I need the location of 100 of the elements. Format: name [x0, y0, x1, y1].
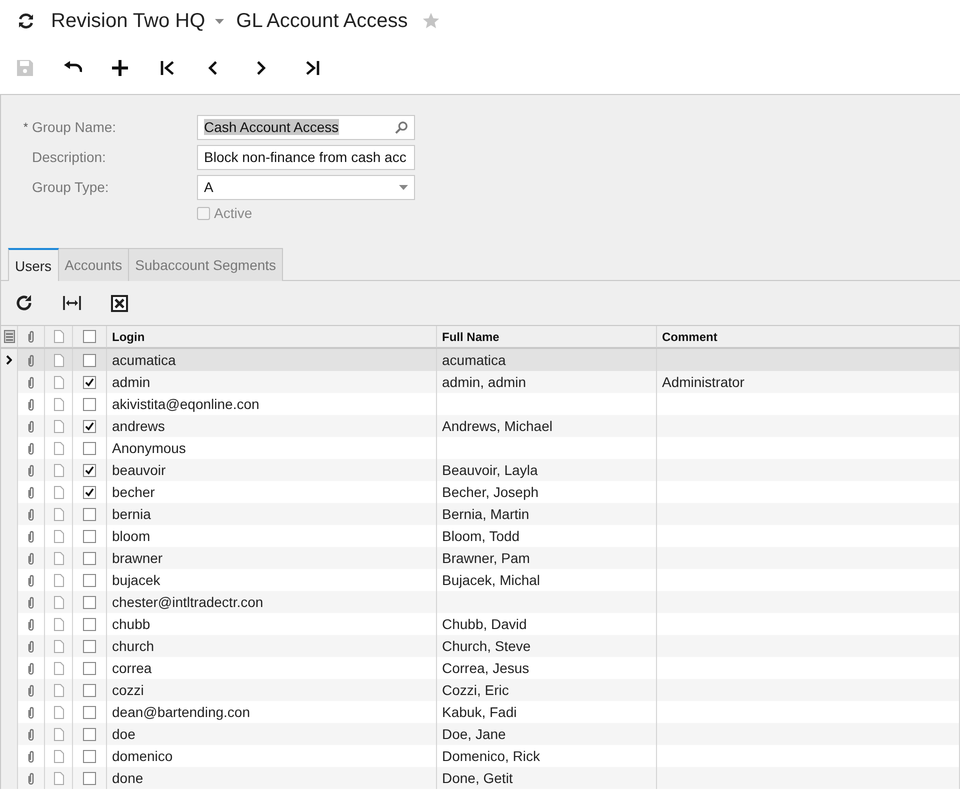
checkbox[interactable]: [83, 662, 96, 674]
paperclip-icon: [27, 398, 35, 410]
check-icon: [85, 422, 94, 430]
note-icon: [54, 330, 64, 343]
checkbox[interactable]: [83, 354, 96, 366]
checkbox[interactable]: [83, 750, 96, 762]
checkbox[interactable]: [83, 574, 96, 586]
checkbox[interactable]: [83, 420, 96, 432]
table-cell: domenico: [112, 748, 173, 764]
table-cell: doe: [112, 726, 136, 742]
column-header[interactable]: Full Name: [442, 330, 500, 344]
caret-icon: [399, 184, 408, 190]
chevron-right-icon: [256, 60, 266, 76]
paperclip-icon: [27, 728, 35, 740]
column-header[interactable]: Login: [112, 330, 145, 344]
paperclip-icon: [27, 354, 35, 366]
table-cell: Brawner, Pam: [442, 550, 530, 566]
table-cell: Becher, Joseph: [442, 484, 539, 500]
checkbox[interactable]: [83, 398, 96, 410]
note-icon: [54, 750, 64, 762]
table-cell: church: [112, 638, 154, 654]
paperclip-icon: [27, 486, 35, 498]
checkbox[interactable]: [83, 508, 96, 520]
check-icon: [85, 466, 94, 474]
note-icon: [54, 684, 64, 696]
table-cell: admin: [112, 374, 150, 390]
paperclip-icon: [27, 464, 35, 476]
first-icon: [160, 60, 176, 76]
save-icon: [16, 59, 34, 77]
table-cell: Beauvoir, Layla: [442, 462, 538, 478]
checkbox[interactable]: [83, 530, 96, 542]
checkbox[interactable]: [83, 640, 96, 652]
check-icon: [85, 378, 94, 386]
table-cell: dean@bartending.con: [112, 704, 250, 720]
note-icon: [54, 772, 64, 784]
note-icon: [54, 530, 64, 542]
paperclip-icon: [27, 772, 35, 784]
company-name[interactable]: Revision Two HQ: [51, 10, 206, 32]
refresh-icon: [15, 294, 33, 312]
caret-icon[interactable]: [215, 18, 224, 24]
table-cell: Kabuk, Fadi: [442, 704, 517, 720]
note-icon: [54, 706, 64, 718]
note-icon: [54, 376, 64, 388]
table-cell: admin, admin: [442, 374, 526, 390]
checkbox[interactable]: [83, 596, 96, 608]
checkbox[interactable]: [83, 706, 96, 718]
field-label: Description:: [32, 149, 107, 165]
note-icon: [54, 662, 64, 674]
paperclip-icon: [27, 640, 35, 652]
paperclip-icon: [27, 552, 35, 564]
table-cell: Anonymous: [112, 440, 186, 456]
note-icon: [54, 420, 64, 432]
checkbox[interactable]: [83, 486, 96, 498]
lookup-field[interactable]: Cash Account Access: [197, 114, 415, 140]
table-cell: Bloom, Todd: [442, 528, 520, 544]
field-label: Group Name:: [32, 119, 118, 135]
table-cell: correa: [112, 660, 152, 676]
table-cell: Administrator: [662, 374, 744, 390]
table-cell: brawner: [112, 550, 163, 566]
tab[interactable]: Users: [8, 248, 59, 281]
paperclip-icon: [27, 750, 35, 762]
checkbox[interactable]: [83, 618, 96, 630]
dropdown-field[interactable]: A: [197, 174, 415, 200]
checkbox[interactable]: [83, 552, 96, 564]
field-label: Group Type:: [32, 179, 110, 195]
checkbox-label: Active: [214, 205, 252, 221]
checkbox[interactable]: [83, 684, 96, 696]
input-field[interactable]: Block non-finance from cash acc: [197, 144, 415, 170]
checkbox[interactable]: [83, 442, 96, 454]
refresh-icon[interactable]: [17, 12, 35, 30]
table-cell: Bernia, Martin: [442, 506, 530, 522]
fit-width-icon: [63, 295, 81, 311]
search-icon: [395, 120, 408, 134]
checkbox[interactable]: [83, 772, 96, 784]
required-mark: *: [23, 120, 28, 134]
paperclip-icon: [27, 618, 35, 630]
checkbox[interactable]: [83, 330, 96, 343]
note-icon: [54, 398, 64, 410]
paperclip-icon: [27, 442, 35, 454]
checkbox[interactable]: [83, 464, 96, 476]
note-icon: [54, 464, 64, 476]
paperclip-icon: [27, 684, 35, 696]
table-cell: becher: [112, 484, 155, 500]
checkbox[interactable]: [83, 376, 96, 388]
column-header[interactable]: Comment: [662, 330, 718, 344]
paperclip-icon: [27, 574, 35, 586]
table-cell: chester@intltradectr.con: [112, 594, 264, 610]
note-icon: [54, 354, 64, 366]
table-cell: beauvoir: [112, 462, 166, 478]
check-icon: [85, 488, 94, 496]
paperclip-icon: [27, 662, 35, 674]
plus-icon: [112, 60, 128, 76]
paperclip-icon: [27, 596, 35, 608]
excel-icon: [111, 294, 128, 312]
note-icon: [54, 442, 64, 454]
note-icon: [54, 552, 64, 564]
checkbox[interactable]: [83, 728, 96, 740]
star-icon[interactable]: [422, 12, 440, 30]
table-cell: bloom: [112, 528, 150, 544]
table-cell: Andrews, Michael: [442, 418, 552, 434]
